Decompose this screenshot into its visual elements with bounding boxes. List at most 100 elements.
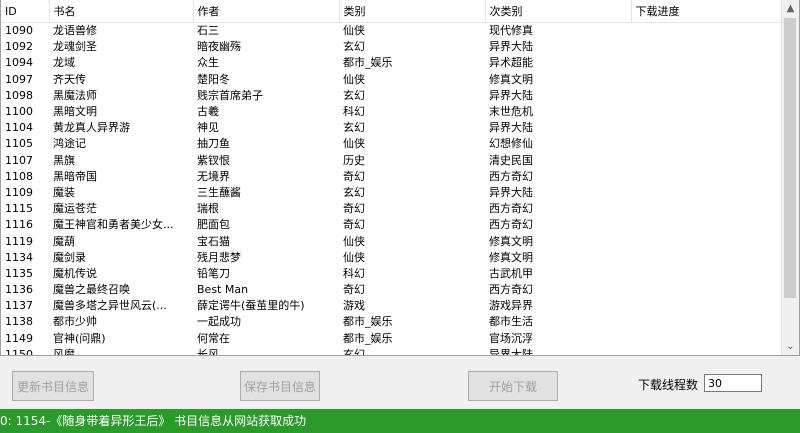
cell-category: 玄幻 xyxy=(343,185,365,199)
cell-progress xyxy=(631,298,781,314)
table-row[interactable]: 1137 魔兽多塔之异世风云(... 薛定谔牛(蚕茧里的牛) 游戏 游戏异界 xyxy=(1,298,781,314)
column-header-category[interactable]: 类别 xyxy=(339,0,486,23)
cell-title: 魔葫 xyxy=(53,234,75,248)
scroll-down-icon[interactable]: ⌄ xyxy=(782,338,799,355)
column-header-author[interactable]: 作者 xyxy=(193,0,340,23)
table-row[interactable]: 1115 魔运苍茫 瑞根 奇幻 西方奇幻 xyxy=(1,201,781,217)
cell-title: 黑暗帝国 xyxy=(53,169,97,183)
cell-subcategory: 西方奇幻 xyxy=(489,169,533,183)
cell-subcategory: 异术超能 xyxy=(489,56,533,70)
start-download-button[interactable]: 开始下载 xyxy=(468,371,558,401)
cell-subcategory: 幻想修仙 xyxy=(489,137,533,151)
table-row[interactable]: 1138 都市少帅 一起成功 都市_娱乐 都市生活 xyxy=(1,314,781,330)
cell-subcategory: 修真文明 xyxy=(489,250,533,264)
cell-progress xyxy=(631,266,781,282)
table-row[interactable]: 1135 魔机传说 铅笔刀 科幻 古武机甲 xyxy=(1,266,781,282)
cell-subcategory: 古武机甲 xyxy=(489,266,533,280)
cell-subcategory: 异界大陆 xyxy=(489,88,533,102)
cell-category: 玄幻 xyxy=(343,121,365,135)
cell-category: 历史 xyxy=(343,153,365,167)
column-header-subcategory[interactable]: 次类别 xyxy=(485,0,632,23)
cell-progress xyxy=(631,331,781,347)
thread-count-input[interactable] xyxy=(704,374,762,392)
table-row[interactable]: 1107 黑旗 紫钗恨 历史 清史民国 xyxy=(1,153,781,169)
table-row[interactable]: 1109 魔装 三生蘸酱 玄幻 异界大陆 xyxy=(1,185,781,201)
cell-id: 1137 xyxy=(5,299,33,313)
cell-category: 仙侠 xyxy=(343,72,365,86)
vertical-scrollbar[interactable]: ▲ ⌄ xyxy=(781,0,799,355)
table-row[interactable]: 1100 黑暗文明 古羲 科幻 末世危机 xyxy=(1,104,781,120)
cell-title: 齐天传 xyxy=(53,72,86,86)
cell-category: 仙侠 xyxy=(343,250,365,264)
cell-id: 1094 xyxy=(5,56,33,70)
cell-category: 都市_娱乐 xyxy=(343,315,393,329)
table-row[interactable]: 1149 官神(问鼎) 何常在 都市_娱乐 官场沉浮 xyxy=(1,331,781,347)
cell-id: 1108 xyxy=(5,169,33,183)
cell-id: 1109 xyxy=(5,185,33,199)
cell-progress xyxy=(631,88,781,104)
cell-progress xyxy=(631,55,781,71)
table-row[interactable]: 1150 风魔 长风 玄幻 异界大陆 xyxy=(1,347,781,356)
cell-title: 魔剑录 xyxy=(53,250,86,264)
table-body: 1090 龙语兽修 石三 仙侠 现代修真 1092 龙魂剑圣 暗夜幽殇 玄幻 异界大陆 1094 龙域… xyxy=(1,23,781,356)
column-header-id[interactable]: ID xyxy=(1,0,50,23)
table-row[interactable]: 1094 龙域 众生 都市_娱乐 异术超能 xyxy=(1,55,781,71)
cell-progress xyxy=(631,250,781,266)
cell-author: 楚阳冬 xyxy=(197,72,230,86)
cell-subcategory: 清史民国 xyxy=(489,153,533,167)
table-row[interactable]: 1098 黑魔法师 贱宗首席弟子 玄幻 异界大陆 xyxy=(1,88,781,104)
book-list-view[interactable]: ID 书名 作者 类别 次类别 下载进度 1090 龙语兽修 石三 仙侠 现代修真 109… xyxy=(0,0,800,356)
column-header-title[interactable]: 书名 xyxy=(49,0,194,23)
table-row[interactable]: 1116 魔王神官和勇者美少女... 肥面包 奇幻 西方奇幻 xyxy=(1,217,781,233)
cell-category: 奇幻 xyxy=(343,283,365,297)
cell-author: 暗夜幽殇 xyxy=(197,40,241,54)
cell-progress xyxy=(631,153,781,169)
cell-id: 1100 xyxy=(5,105,33,119)
table-row[interactable]: 1090 龙语兽修 石三 仙侠 现代修真 xyxy=(1,23,781,40)
cell-author: 一起成功 xyxy=(197,315,241,329)
cell-category: 仙侠 xyxy=(343,24,365,38)
table-row[interactable]: 1105 鸿途记 抽刀鱼 仙侠 幻想修仙 xyxy=(1,136,781,152)
cell-progress xyxy=(631,185,781,201)
cell-subcategory: 末世危机 xyxy=(489,105,533,119)
table-row[interactable]: 1119 魔葫 宝石猫 仙侠 修真文明 xyxy=(1,233,781,249)
cell-progress xyxy=(631,282,781,298)
cell-id: 1098 xyxy=(5,88,33,102)
table-row[interactable]: 1134 魔剑录 残月悲梦 仙侠 修真文明 xyxy=(1,250,781,266)
cell-author: 紫钗恨 xyxy=(197,153,230,167)
book-table: ID 书名 作者 类别 次类别 下载进度 1090 龙语兽修 石三 仙侠 现代修真 109… xyxy=(1,0,782,356)
cell-subcategory: 游戏异界 xyxy=(489,299,533,313)
cell-category: 奇幻 xyxy=(343,202,365,216)
cell-author: 贱宗首席弟子 xyxy=(197,88,263,102)
cell-author: 长风 xyxy=(197,347,219,356)
save-catalog-button[interactable]: 保存书目信息 xyxy=(240,371,320,401)
table-row[interactable]: 1136 魔兽之最终召唤 Best Man 奇幻 西方奇幻 xyxy=(1,282,781,298)
cell-author: 残月悲梦 xyxy=(197,250,241,264)
cell-subcategory: 西方奇幻 xyxy=(489,283,533,297)
scrollbar-thumb[interactable] xyxy=(784,18,796,298)
update-catalog-button[interactable]: 更新书目信息 xyxy=(12,371,94,401)
scroll-up-icon[interactable]: ▲ xyxy=(782,0,799,17)
cell-progress xyxy=(631,120,781,136)
cell-progress xyxy=(631,39,781,55)
cell-title: 魔兽之最终召唤 xyxy=(53,283,130,297)
cell-category: 奇幻 xyxy=(343,169,365,183)
table-row[interactable]: 1104 黄龙真人异界游 神见 玄幻 异界大陆 xyxy=(1,120,781,136)
cell-progress xyxy=(631,233,781,249)
cell-progress xyxy=(631,72,781,88)
table-row[interactable]: 1092 龙魂剑圣 暗夜幽殇 玄幻 异界大陆 xyxy=(1,39,781,55)
cell-category: 科幻 xyxy=(343,266,365,280)
cell-subcategory: 修真文明 xyxy=(489,72,533,86)
cell-progress xyxy=(631,217,781,233)
cell-subcategory: 西方奇幻 xyxy=(489,202,533,216)
cell-id: 1138 xyxy=(5,315,33,329)
table-row[interactable]: 1097 齐天传 楚阳冬 仙侠 修真文明 xyxy=(1,72,781,88)
cell-title: 龙语兽修 xyxy=(53,24,97,38)
cell-subcategory: 现代修真 xyxy=(489,24,533,38)
cell-id: 1150 xyxy=(5,347,33,356)
column-header-progress[interactable]: 下载进度 xyxy=(631,0,782,23)
cell-subcategory: 都市生活 xyxy=(489,315,533,329)
table-row[interactable]: 1108 黑暗帝国 无境界 奇幻 西方奇幻 xyxy=(1,169,781,185)
cell-progress xyxy=(631,23,781,40)
cell-title: 黑魔法师 xyxy=(53,88,97,102)
